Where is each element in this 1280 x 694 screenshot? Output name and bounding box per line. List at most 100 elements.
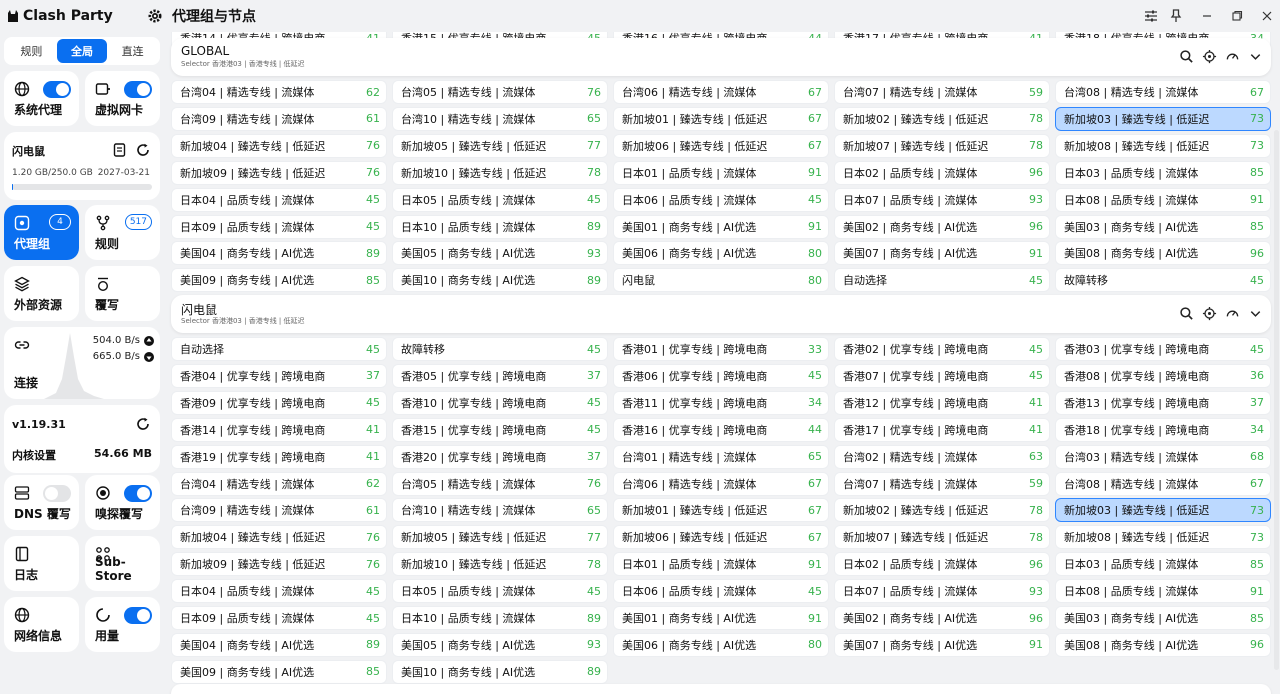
proxy-node[interactable]: 美国03 | 商务专线 | AI优选 85 [1055, 214, 1271, 239]
proxy-node[interactable]: 新加坡01 | 臻选专线 | 低延迟 67 [613, 498, 829, 523]
substore-nav[interactable]: Sub-Store [85, 536, 160, 591]
proxy-node[interactable]: 美国01 | 商务专线 | AI优选 91 [613, 214, 829, 239]
proxy-node[interactable]: 日本09 | 品质专线 | 流媒体 45 [171, 214, 387, 239]
usage-card[interactable]: 用量 [85, 597, 160, 652]
proxy-node[interactable]: 新加坡09 | 臻选专线 | 低延迟 76 [171, 552, 387, 577]
locate-icon[interactable] [1202, 49, 1217, 64]
proxy-node[interactable]: 日本03 | 品质专线 | 流媒体 85 [1055, 160, 1271, 185]
proxy-node[interactable]: 新加坡04 | 臻选专线 | 低延迟 76 [171, 525, 387, 550]
proxy-node[interactable]: 香港08 | 优享专线 | 跨境电商 36 [1055, 363, 1271, 388]
proxy-node[interactable]: 新加坡02 | 臻选专线 | 低延迟 78 [834, 498, 1050, 523]
scrollbar[interactable] [1274, 130, 1279, 670]
proxy-node[interactable]: 香港16 | 优享专线 | 跨境电商 44 [613, 417, 829, 442]
proxy-node[interactable]: 闪电鼠 80 [613, 268, 829, 293]
proxy-node[interactable]: 台湾06 | 精选专线 | 流媒体 67 [613, 471, 829, 496]
proxy-node[interactable]: 香港04 | 优享专线 | 跨境电商 37 [171, 363, 387, 388]
mode-global-button[interactable]: 全局 [56, 39, 108, 63]
profile-card[interactable]: 闪电鼠 1.20 GB/250.0 GB 2027-03-21 [4, 132, 160, 200]
proxy-node[interactable]: 日本04 | 品质专线 | 流媒体 45 [171, 187, 387, 212]
proxy-node[interactable]: 美国02 | 商务专线 | AI优选 96 [834, 214, 1050, 239]
proxy-node[interactable]: 香港14 | 优享专线 | 跨境电商 41 [171, 417, 387, 442]
proxy-node[interactable]: 台湾10 | 精选专线 | 流媒体 65 [392, 106, 608, 131]
proxy-node[interactable]: 台湾04 | 精选专线 | 流媒体 62 [171, 471, 387, 496]
latency-test-icon[interactable] [1225, 306, 1240, 321]
mode-rule-button[interactable]: 规则 [6, 39, 57, 63]
usage-toggle[interactable] [124, 607, 152, 624]
search-icon[interactable] [1179, 306, 1194, 321]
proxy-node[interactable]: 日本01 | 品质专线 | 流媒体 91 [613, 160, 829, 185]
proxy-node[interactable]: 台湾02 | 精选专线 | 流媒体 63 [834, 444, 1050, 469]
sniff-override-toggle[interactable] [124, 485, 152, 502]
close-icon[interactable] [1259, 8, 1275, 24]
proxy-node[interactable]: 香港15 | 优享专线 | 跨境电商 45 [392, 417, 608, 442]
core-settings-card[interactable]: v1.19.31 内核设置 54.66 MB [4, 405, 160, 473]
proxy-node[interactable]: 香港03 | 优享专线 | 跨境电商 45 [1055, 337, 1271, 361]
proxy-node[interactable]: 美国01 | 商务专线 | AI优选 91 [613, 606, 829, 630]
sliders-icon[interactable] [1143, 8, 1159, 24]
proxy-node[interactable]: 新加坡08 | 臻选专线 | 低延迟 73 [1055, 525, 1271, 550]
proxy-node[interactable]: 台湾05 | 精选专线 | 流媒体 76 [392, 80, 608, 104]
proxy-node[interactable]: 美国04 | 商务专线 | AI优选 89 [171, 241, 387, 266]
proxy-node[interactable]: 故障转移 45 [392, 337, 608, 361]
proxy-node[interactable]: 香港20 | 优享专线 | 跨境电商 37 [392, 444, 608, 469]
network-info-nav[interactable]: 网络信息 [4, 597, 79, 652]
proxy-node[interactable]: 美国05 | 商务专线 | AI优选 93 [392, 632, 608, 657]
proxy-node[interactable]: 香港13 | 优享专线 | 跨境电商 37 [1055, 390, 1271, 415]
proxy-node[interactable]: 美国05 | 商务专线 | AI优选 93 [392, 241, 608, 266]
group-header-global[interactable]: GLOBAL Selector 香港港03 | 香港专线 | 低延迟 [171, 38, 1271, 76]
settings-gear-icon[interactable] [148, 9, 162, 23]
dns-override-card[interactable]: DNS 覆写 [4, 475, 79, 530]
document-icon[interactable] [113, 143, 126, 157]
proxy-node[interactable]: 日本01 | 品质专线 | 流媒体 91 [613, 552, 829, 577]
proxy-node[interactable]: 新加坡06 | 臻选专线 | 低延迟 67 [613, 133, 829, 158]
proxy-node[interactable]: 台湾09 | 精选专线 | 流媒体 61 [171, 498, 387, 523]
sniff-override-card[interactable]: 嗅探覆写 [85, 475, 160, 530]
proxy-node[interactable]: 香港12 | 优享专线 | 跨境电商 41 [834, 390, 1050, 415]
proxy-node[interactable]: 台湾07 | 精选专线 | 流媒体 59 [834, 471, 1050, 496]
proxy-node[interactable]: 自动选择 45 [171, 337, 387, 361]
proxy-node[interactable]: 美国09 | 商务专线 | AI优选 85 [171, 268, 387, 293]
proxy-node[interactable]: 新加坡07 | 臻选专线 | 低延迟 78 [834, 133, 1050, 158]
proxy-node[interactable]: 新加坡10 | 臻选专线 | 低延迟 78 [392, 160, 608, 185]
search-icon[interactable] [1179, 49, 1194, 64]
proxy-node[interactable]: 台湾03 | 精选专线 | 流媒体 68 [1055, 444, 1271, 469]
proxy-node[interactable]: 日本04 | 品质专线 | 流媒体 45 [171, 579, 387, 604]
proxy-node[interactable]: 新加坡04 | 臻选专线 | 低延迟 76 [171, 133, 387, 158]
rules-nav[interactable]: 517 规则 [85, 205, 160, 260]
proxy-node[interactable]: 日本02 | 品质专线 | 流媒体 96 [834, 160, 1050, 185]
proxy-node[interactable]: 日本02 | 品质专线 | 流媒体 96 [834, 552, 1050, 577]
proxy-node[interactable]: 香港11 | 优享专线 | 跨境电商 34 [613, 390, 829, 415]
proxy-node[interactable]: 日本05 | 品质专线 | 流媒体 45 [392, 187, 608, 212]
proxy-node[interactable]: 新加坡09 | 臻选专线 | 低延迟 76 [171, 160, 387, 185]
proxy-node[interactable]: 台湾09 | 精选专线 | 流媒体 61 [171, 106, 387, 131]
proxy-node[interactable]: 新加坡05 | 臻选专线 | 低延迟 77 [392, 133, 608, 158]
proxy-node[interactable]: 香港19 | 优享专线 | 跨境电商 41 [171, 444, 387, 469]
proxy-node[interactable]: 日本09 | 品质专线 | 流媒体 45 [171, 606, 387, 630]
pin-icon[interactable] [1168, 8, 1184, 24]
proxy-node[interactable]: 日本10 | 品质专线 | 流媒体 89 [392, 606, 608, 630]
proxy-node[interactable]: 美国03 | 商务专线 | AI优选 85 [1055, 606, 1271, 630]
tun-card[interactable]: 虚拟网卡 [85, 71, 160, 126]
group-header-next[interactable] [171, 684, 1271, 694]
connections-card[interactable]: 504.0 B/s 665.0 B/s 连接 [4, 327, 160, 399]
external-resources-nav[interactable]: 外部资源 [4, 266, 79, 321]
proxy-node[interactable]: 香港01 | 优享专线 | 跨境电商 33 [613, 337, 829, 361]
latency-test-icon[interactable] [1225, 49, 1240, 64]
proxy-node[interactable]: 台湾05 | 精选专线 | 流媒体 76 [392, 471, 608, 496]
proxy-node[interactable]: 新加坡07 | 臻选专线 | 低延迟 78 [834, 525, 1050, 550]
override-nav[interactable]: 覆写 [85, 266, 160, 321]
group-header-shandianshu[interactable]: 闪电鼠 Selector 香港港03 | 香港专线 | 低延迟 [171, 295, 1271, 333]
proxy-node[interactable]: 香港06 | 优享专线 | 跨境电商 45 [613, 363, 829, 388]
proxy-node[interactable]: 美国09 | 商务专线 | AI优选 85 [171, 659, 387, 684]
proxy-node[interactable]: 美国06 | 商务专线 | AI优选 80 [613, 241, 829, 266]
proxy-node[interactable]: 台湾07 | 精选专线 | 流媒体 59 [834, 80, 1050, 104]
proxy-node[interactable]: 故障转移 45 [1055, 268, 1271, 293]
proxy-node[interactable]: 自动选择 45 [834, 268, 1050, 293]
proxy-node[interactable]: 台湾04 | 精选专线 | 流媒体 62 [171, 80, 387, 104]
proxy-node[interactable]: 台湾08 | 精选专线 | 流媒体 67 [1055, 471, 1271, 496]
proxy-groups-nav[interactable]: 4 代理组 [4, 205, 79, 260]
minimize-icon[interactable] [1199, 8, 1215, 24]
locate-icon[interactable] [1202, 306, 1217, 321]
proxy-node[interactable]: 美国07 | 商务专线 | AI优选 91 [834, 632, 1050, 657]
proxy-node[interactable]: 香港18 | 优享专线 | 跨境电商 34 [1055, 417, 1271, 442]
